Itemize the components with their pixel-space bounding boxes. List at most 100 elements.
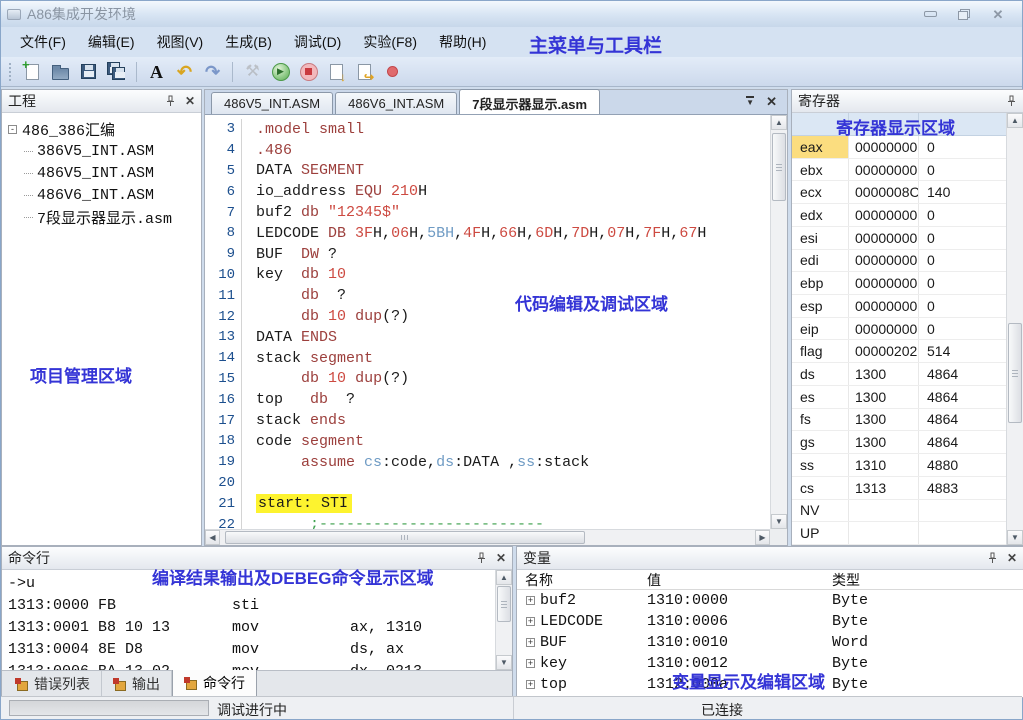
close-button[interactable]: ✕ [990, 7, 1006, 21]
tab-list-dropdown-icon[interactable]: ▼ [746, 96, 754, 107]
stop-button[interactable] [296, 59, 321, 84]
scroll-right-icon[interactable]: ▶ [755, 530, 770, 545]
close-panel-icon[interactable]: ✕ [496, 552, 506, 564]
menu-item[interactable]: 编辑(E) [77, 27, 146, 57]
bottom-tab-输出[interactable]: 输出 [102, 671, 172, 697]
code-text[interactable]: BUF DW ? [256, 246, 337, 263]
register-dec-value[interactable] [918, 500, 1006, 522]
register-hex-value[interactable]: 00000000 [848, 295, 918, 317]
register-hex-value[interactable]: 00000000 [848, 250, 918, 272]
collapse-icon[interactable]: - [8, 125, 17, 134]
expand-icon[interactable]: + [526, 680, 535, 689]
command-output[interactable]: ->u1313:0000 FBsti1313:0001 B8 10 13mova… [2, 570, 495, 670]
scroll-left-icon[interactable]: ◀ [205, 530, 220, 545]
menu-item[interactable]: 生成(B) [214, 27, 283, 57]
register-hex-value[interactable]: 00000000 [848, 272, 918, 294]
column-name[interactable]: 名称 [517, 570, 647, 590]
code-text[interactable]: stack ends [256, 412, 346, 429]
menu-item[interactable]: 视图(V) [146, 27, 215, 57]
register-hex-value[interactable]: 1300 [848, 386, 918, 408]
scroll-down-icon[interactable]: ▼ [1007, 530, 1023, 545]
code-text[interactable]: ;------------------------- [256, 516, 544, 529]
register-hex-value[interactable] [848, 500, 918, 522]
close-panel-icon[interactable]: ✕ [1007, 552, 1017, 564]
code-text[interactable]: LEDCODE DB 3FH,06H,5BH,4FH,66H,6DH,7DH,0… [256, 225, 706, 242]
tree-file-item[interactable]: 486V5_INT.ASM [4, 162, 199, 184]
code-text[interactable]: db ? [256, 287, 346, 304]
editor-tab[interactable]: 486V6_INT.ASM [335, 92, 457, 114]
register-dec-value[interactable]: 0 [918, 318, 1006, 340]
scrollbar-thumb[interactable] [225, 531, 585, 544]
register-dec-value[interactable]: 0 [918, 136, 1006, 158]
variable-value[interactable]: 1310:0010 [647, 634, 832, 651]
close-panel-icon[interactable]: ✕ [185, 95, 195, 107]
editor-horizontal-scrollbar[interactable]: ◀ ▶ [205, 529, 770, 545]
variable-value[interactable]: 1310:0000 [647, 592, 832, 609]
column-value[interactable]: 值 [647, 570, 832, 590]
scrollbar-thumb[interactable] [497, 586, 511, 622]
editor-tab[interactable]: 7段显示器显示.asm [459, 89, 600, 114]
scroll-up-icon[interactable]: ▲ [771, 115, 787, 130]
build-button[interactable]: ⚒ [240, 59, 265, 84]
register-hex-value[interactable]: 00000202 [848, 340, 918, 362]
bottom-tab-错误列表[interactable]: 错误列表 [4, 671, 102, 697]
register-hex-value[interactable]: 1300 [848, 409, 918, 431]
register-dec-value[interactable]: 4864 [918, 409, 1006, 431]
scroll-up-icon[interactable]: ▲ [496, 570, 512, 585]
register-hex-value[interactable]: 00000000 [848, 318, 918, 340]
expand-icon[interactable]: + [526, 596, 535, 605]
register-dec-value[interactable]: 0 [918, 295, 1006, 317]
register-hex-value[interactable]: 0000008C [848, 181, 918, 203]
code-text[interactable]: code segment [256, 433, 364, 450]
tree-file-item[interactable]: 486V6_INT.ASM [4, 184, 199, 206]
register-hex-value[interactable] [848, 522, 918, 544]
run-button[interactable]: ▶ [268, 59, 293, 84]
register-dec-value[interactable]: 0 [918, 272, 1006, 294]
bottom-tab-命令行[interactable]: 命令行 [172, 670, 257, 697]
code-text[interactable]: .486 [256, 142, 292, 159]
code-text[interactable]: key db 10 [256, 266, 346, 283]
register-hex-value[interactable]: 1300 [848, 431, 918, 453]
register-hex-value[interactable]: 1310 [848, 454, 918, 476]
tree-file-item[interactable]: 386V5_INT.ASM [4, 140, 199, 162]
code-text[interactable]: .model small [256, 121, 364, 138]
register-dec-value[interactable]: 4864 [918, 386, 1006, 408]
column-type[interactable]: 类型 [832, 570, 1023, 590]
menu-item[interactable]: 文件(F) [9, 27, 77, 57]
save-button[interactable] [76, 59, 101, 84]
register-dec-value[interactable]: 140 [918, 181, 1006, 203]
register-dec-value[interactable]: 0 [918, 204, 1006, 226]
variable-value[interactable]: 1312:000a [647, 676, 832, 693]
editor-tab[interactable]: 486V5_INT.ASM [211, 92, 333, 114]
expand-icon[interactable]: + [526, 638, 535, 647]
code-text[interactable]: DATA ENDS [256, 329, 337, 346]
register-dec-value[interactable]: 0 [918, 159, 1006, 181]
redo-button[interactable]: ↷ [200, 59, 225, 84]
code-text[interactable]: io_address EQU 210H [256, 183, 427, 200]
step-over-button[interactable]: ↪ [352, 59, 377, 84]
undo-button[interactable]: ↶ [172, 59, 197, 84]
save-all-button[interactable] [104, 59, 129, 84]
register-hex-value[interactable]: 00000000 [848, 204, 918, 226]
pin-icon[interactable] [987, 552, 998, 564]
register-dec-value[interactable]: 4880 [918, 454, 1006, 476]
scroll-up-icon[interactable]: ▲ [1007, 113, 1023, 128]
register-dec-value[interactable]: 4864 [918, 363, 1006, 385]
code-text[interactable]: stack segment [256, 350, 373, 367]
assemble-button[interactable]: A [144, 59, 169, 84]
project-tree-root[interactable]: - 486_386汇编 [4, 118, 199, 140]
variable-value[interactable]: 1310:0006 [647, 613, 832, 630]
scrollbar-thumb[interactable] [772, 133, 786, 201]
pin-icon[interactable] [165, 95, 176, 107]
register-hex-value[interactable]: 1313 [848, 477, 918, 499]
register-dec-value[interactable]: 0 [918, 227, 1006, 249]
variable-value[interactable]: 1310:0012 [647, 655, 832, 672]
code-text[interactable]: top db ? [256, 391, 355, 408]
breakpoint-button[interactable] [380, 59, 405, 84]
restore-button[interactable] [956, 7, 972, 21]
new-file-button[interactable]: + [20, 59, 45, 84]
code-text[interactable]: db 10 dup(?) [256, 308, 409, 325]
register-dec-value[interactable]: 4864 [918, 431, 1006, 453]
minimize-button[interactable] [922, 7, 938, 21]
toolbar-grip[interactable] [9, 63, 13, 81]
